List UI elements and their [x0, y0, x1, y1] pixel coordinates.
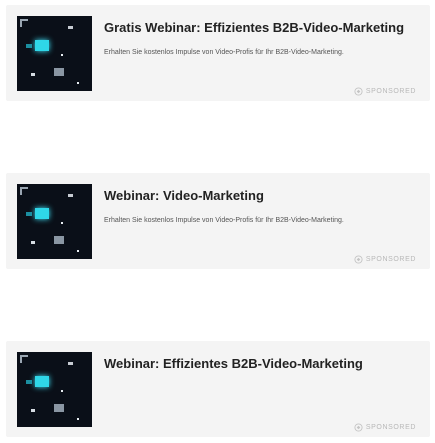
thumbnail-detail [54, 68, 64, 76]
thumbnail-detail [77, 82, 79, 84]
thumbnail-detail [35, 40, 49, 51]
thumbnail-detail [68, 194, 73, 197]
thumbnail-detail [68, 362, 73, 365]
thumbnail-detail [26, 44, 32, 48]
ad-card[interactable]: Webinar: Effizientes B2B-Video-Marketing… [6, 341, 430, 437]
thumbnail-detail [54, 404, 64, 412]
thumbnail-detail [20, 355, 28, 363]
ad-thumbnail-image[interactable] [17, 184, 92, 259]
thumbnail-detail [61, 222, 63, 224]
ad-description: Erhalten Sie kostenlos Impulse von Video… [104, 49, 344, 56]
sponsored-label: SPONSORED [354, 423, 416, 432]
ad-thumbnail-image[interactable] [17, 352, 92, 427]
sponsored-icon [354, 255, 363, 264]
ad-card[interactable]: Webinar: Video-Marketing Erhalten Sie ko… [6, 173, 430, 269]
ad-title[interactable]: Webinar: Effizientes B2B-Video-Marketing [104, 356, 363, 371]
thumbnail-detail [54, 236, 64, 244]
sponsored-label: SPONSORED [354, 87, 416, 96]
thumbnail-detail [31, 409, 35, 412]
thumbnail-detail [68, 26, 73, 29]
thumbnail-detail [20, 19, 28, 27]
sponsored-icon [354, 423, 363, 432]
thumbnail-detail [31, 73, 35, 76]
thumbnail-detail [61, 54, 63, 56]
sponsored-icon [354, 87, 363, 96]
thumbnail-detail [61, 390, 63, 392]
sponsored-text: SPONSORED [365, 424, 416, 431]
sponsored-text: SPONSORED [365, 256, 416, 263]
thumbnail-detail [31, 241, 35, 244]
sponsored-label: SPONSORED [354, 255, 416, 264]
sponsored-text: SPONSORED [365, 88, 416, 95]
ad-thumbnail-image[interactable] [17, 16, 92, 91]
ad-title[interactable]: Webinar: Video-Marketing [104, 188, 264, 203]
thumbnail-detail [77, 250, 79, 252]
thumbnail-detail [35, 376, 49, 387]
thumbnail-detail [77, 418, 79, 420]
thumbnail-detail [26, 380, 32, 384]
thumbnail-detail [26, 212, 32, 216]
ad-title[interactable]: Gratis Webinar: Effizientes B2B-Video-Ma… [104, 20, 404, 35]
thumbnail-detail [35, 208, 49, 219]
ad-card[interactable]: Gratis Webinar: Effizientes B2B-Video-Ma… [6, 5, 430, 101]
ad-description: Erhalten Sie kostenlos Impulse von Video… [104, 217, 344, 224]
thumbnail-detail [20, 187, 28, 195]
